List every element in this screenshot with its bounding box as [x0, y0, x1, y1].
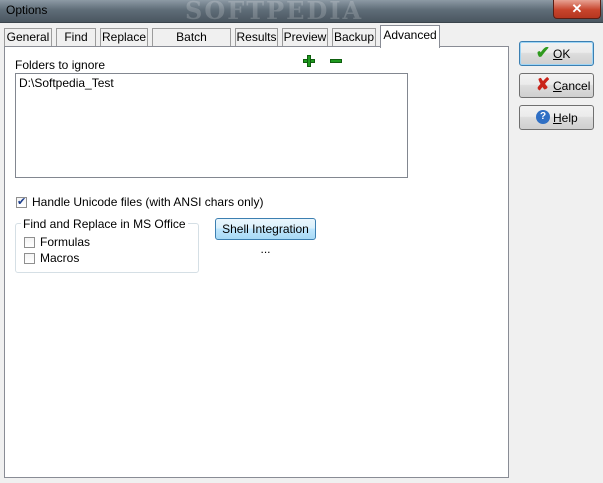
folders-to-ignore-label: Folders to ignore — [15, 58, 106, 72]
macros-checkbox[interactable] — [24, 253, 35, 264]
cancel-button[interactable]: ✘ Cancel — [519, 73, 594, 98]
tab-advanced[interactable]: Advanced — [380, 25, 440, 48]
close-button[interactable]: ✕ — [553, 0, 601, 19]
folders-listbox[interactable]: D:\Softpedia_Test — [15, 73, 408, 178]
tab-results[interactable]: Results — [235, 28, 278, 46]
tab-backup[interactable]: Backup — [332, 28, 376, 46]
help-icon: ? — [536, 110, 550, 124]
formulas-label: Formulas — [40, 235, 91, 249]
tab-preview[interactable]: Preview — [282, 28, 328, 46]
watermark: SOFTPEDIA — [185, 0, 364, 25]
tab-find[interactable]: Find — [56, 28, 96, 46]
tab-replace[interactable]: Replace — [100, 28, 148, 46]
tab-batch-replace[interactable]: Batch Replace — [152, 28, 231, 61]
office-group-title: Find and Replace in MS Office — [21, 217, 188, 231]
unicode-label: Handle Unicode files (with ANSI chars on… — [32, 195, 264, 209]
shell-integration-button[interactable]: Shell Integration ... — [215, 218, 316, 256]
tab-general[interactable]: General — [4, 28, 52, 46]
formulas-checkbox[interactable] — [24, 237, 35, 248]
help-button[interactable]: ? Help — [519, 105, 594, 130]
title-bar: Options SOFTPEDIA ✕ — [0, 0, 603, 25]
minus-icon[interactable] — [330, 55, 342, 67]
checkmark-icon: ✔ — [535, 43, 551, 62]
list-item[interactable]: D:\Softpedia_Test — [19, 76, 114, 90]
plus-icon[interactable] — [303, 55, 315, 67]
unicode-checkbox[interactable] — [16, 195, 27, 208]
ok-button[interactable]: ✔ OK — [519, 41, 594, 66]
window-title: Options — [6, 3, 48, 17]
macros-label: Macros — [40, 251, 80, 265]
x-icon: ✘ — [535, 75, 551, 94]
advanced-panel: Folders to ignore D:\Softpedia_Test Hand… — [4, 46, 509, 478]
close-icon: ✕ — [571, 1, 583, 16]
